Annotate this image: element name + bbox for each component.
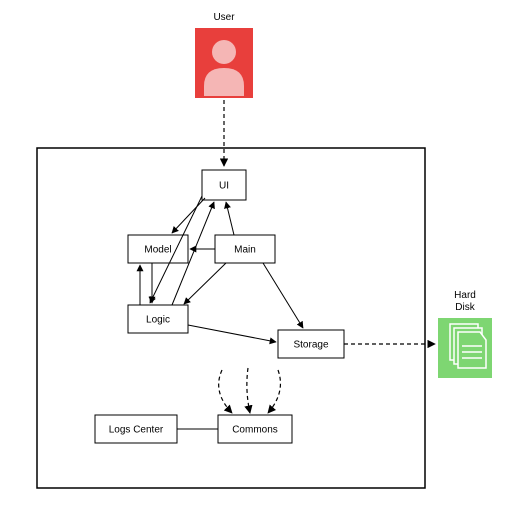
edge-dashed-to-commons-1 [219, 370, 232, 413]
harddisk-actor: Hard Disk [438, 290, 492, 378]
user-label: User [213, 12, 235, 23]
node-model-label: Model [144, 245, 171, 256]
node-commons-label: Commons [232, 425, 278, 436]
node-logic-label: Logic [146, 315, 170, 326]
user-actor: User [195, 12, 253, 98]
node-storage-label: Storage [293, 340, 328, 351]
edge-main-to-ui [226, 202, 234, 235]
documents-icon [450, 324, 486, 368]
node-ui-label: UI [219, 181, 229, 192]
architecture-diagram: User UI Main Model Logic Storage Commons [0, 0, 520, 515]
node-main-label: Main [234, 245, 256, 256]
harddisk-label-2: Disk [455, 302, 475, 313]
node-logic: Logic [128, 305, 188, 333]
node-main: Main [215, 235, 275, 263]
harddisk-label-1: Hard [454, 290, 476, 301]
node-commons: Commons [218, 415, 292, 443]
edge-dashed-to-commons-2 [247, 368, 250, 413]
edge-main-to-storage [263, 263, 303, 328]
edge-dashed-to-commons-3 [268, 370, 280, 413]
node-logs-center: Logs Center [95, 415, 177, 443]
user-icon-head [212, 40, 236, 64]
node-ui: UI [202, 170, 246, 200]
user-icon-body [204, 68, 244, 96]
edge-logic-to-storage [188, 325, 276, 342]
edge-main-to-logic [184, 263, 226, 304]
node-storage: Storage [278, 330, 344, 358]
edge-ui-to-model [172, 198, 205, 233]
node-logs-center-label: Logs Center [109, 425, 164, 436]
node-model: Model [128, 235, 188, 263]
